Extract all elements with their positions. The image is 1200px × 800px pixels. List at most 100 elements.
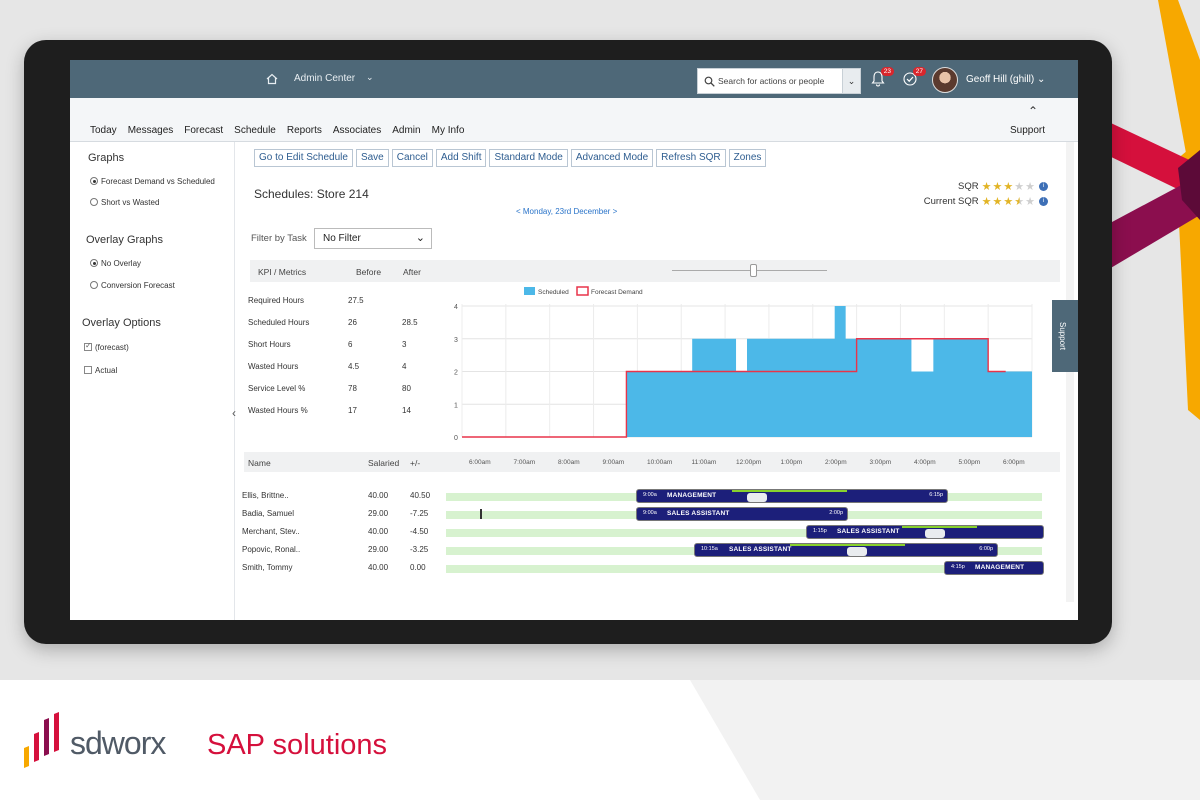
shift-end: 2:00p: [829, 510, 843, 516]
overlay-check-actual[interactable]: Actual: [84, 366, 117, 375]
shift-break[interactable]: [847, 547, 867, 556]
user-menu[interactable]: Geoff Hill (ghill) ⌄: [966, 74, 1045, 85]
time-axis-label: 6:00am: [469, 459, 491, 466]
employee-salaried: 40.00: [368, 491, 389, 500]
page: Admin Center ⌄ Search for actions or peo…: [0, 0, 1200, 800]
shift-activity-bar: [790, 544, 905, 546]
menu-item-forecast[interactable]: Forecast: [184, 125, 223, 136]
employee-salaried: 29.00: [368, 509, 389, 518]
employee-name: Badia, Samuel: [242, 509, 295, 518]
collapse-panel-chevron-left-icon[interactable]: ‹: [232, 406, 236, 420]
refresh-sqr-button[interactable]: Refresh SQR: [656, 149, 726, 167]
menu-item-associates[interactable]: Associates: [333, 125, 381, 136]
shift-marker[interactable]: [480, 509, 482, 519]
current-sqr-star: ★: [992, 196, 1004, 208]
bottom-shape: [690, 680, 1200, 800]
employee-row[interactable]: Popovic, Ronal.. 29.00 -3.25 10:15a SALES AS…: [240, 542, 1060, 560]
collapse-caret-icon[interactable]: ⌃: [1028, 104, 1038, 118]
legend-label-scheduled: Scheduled: [538, 289, 569, 296]
shift-bar[interactable]: 4:15p MANAGEMENT: [944, 561, 1044, 575]
search-input[interactable]: Search for actions or people: [697, 68, 861, 94]
employee-row[interactable]: Smith, Tommy 40.00 0.00 4:15p MANAGEMENT: [240, 560, 1060, 578]
kpi-header-before: Before: [356, 267, 382, 277]
search-dropdown-button[interactable]: ⌄: [842, 68, 861, 94]
shift-start: 9:00a: [643, 510, 657, 516]
time-axis-label: 7:00am: [513, 459, 536, 466]
home-icon[interactable]: [266, 73, 278, 85]
menu-item-my-info[interactable]: My Info: [432, 125, 465, 136]
current-sqr-rating: Current SQR ★★★★★ i: [924, 195, 1048, 208]
sqr-star: ★: [1003, 181, 1015, 193]
menu-item-reports[interactable]: Reports: [287, 125, 322, 136]
employee-row[interactable]: Badia, Samuel 29.00 -7.25 9:00a SALES ASSIST…: [240, 506, 1060, 524]
kpi-row: Wasted Hours 4.5 4: [248, 362, 418, 374]
schedule-grid-header: Name Salaried +/- 6:00am 7:00am 8:00am 9:00…: [244, 452, 1060, 472]
overlay-option-label: Conversion Forecast: [101, 281, 175, 290]
radio-selected-icon[interactable]: [90, 177, 98, 185]
grid-header-name: Name: [248, 458, 271, 468]
vertical-scrollbar[interactable]: [1066, 142, 1074, 602]
radio-selected-icon[interactable]: [90, 259, 98, 267]
menu-item-messages[interactable]: Messages: [128, 125, 174, 136]
checkbox-icon[interactable]: [84, 366, 92, 374]
go-to-edit-schedule-button[interactable]: Go to Edit Schedule: [254, 149, 353, 167]
radio-icon[interactable]: [90, 281, 98, 289]
date-navigator[interactable]: < Monday, 23rd December >: [516, 207, 617, 216]
overlay-option-conversion[interactable]: Conversion Forecast: [90, 281, 175, 290]
shift-break[interactable]: [925, 529, 945, 538]
graph-option-forecast-vs-scheduled[interactable]: Forecast Demand vs Scheduled: [90, 177, 215, 186]
overlay-option-none[interactable]: No Overlay: [90, 259, 141, 268]
graphs-heading: Graphs: [88, 152, 125, 164]
cancel-button[interactable]: Cancel: [391, 149, 433, 167]
save-button[interactable]: Save: [355, 149, 389, 167]
kpi-after: 28.5: [402, 318, 418, 327]
legend-swatch-forecast: [576, 286, 589, 296]
shift-bar[interactable]: 9:00a SALES ASSISTANT 2:00p: [636, 507, 848, 521]
advanced-mode-button[interactable]: Advanced Mode: [570, 149, 654, 167]
menu-item-schedule[interactable]: Schedule: [234, 125, 276, 136]
graph-option-short-vs-wasted[interactable]: Short vs Wasted: [90, 198, 159, 207]
search-placeholder: Search for actions or people: [718, 76, 825, 86]
chevron-down-icon: ⌄: [415, 232, 425, 244]
legend-swatch-scheduled: [524, 287, 535, 295]
overlay-check-forecast[interactable]: (forecast): [84, 341, 129, 352]
employee-row[interactable]: Merchant, Stev.. 40.00 -4.50 1:15p SALES ASS…: [240, 524, 1060, 542]
y-tick-label: 0: [454, 435, 458, 442]
chevron-down-icon[interactable]: ⌄: [366, 72, 374, 83]
shift-bar[interactable]: 10:15a SALES ASSISTANT 6:00p: [694, 543, 998, 557]
approvals-button[interactable]: 27: [902, 67, 926, 90]
scheduled-gap: [911, 338, 934, 372]
shift-role: SALES ASSISTANT: [667, 510, 730, 517]
radio-icon[interactable]: [90, 198, 98, 206]
kpi-metric: Short Hours: [248, 340, 291, 349]
checkbox-checked-icon[interactable]: [84, 341, 92, 351]
sqr-star: ★: [992, 181, 1004, 193]
info-icon[interactable]: i: [1039, 182, 1048, 191]
menu-item-today[interactable]: Today: [90, 125, 117, 136]
menu-items: Today Messages Forecast Schedule Reports Asso…: [90, 125, 475, 136]
support-link[interactable]: Support: [1010, 125, 1045, 136]
filter-by-task-select[interactable]: No Filter ⌄: [314, 228, 432, 249]
standard-mode-button[interactable]: Standard Mode: [489, 149, 568, 167]
time-axis-label: 3:00pm: [869, 459, 892, 466]
support-side-tab[interactable]: Support: [1052, 300, 1078, 372]
shift-bar[interactable]: 9:00a MANAGEMENT 6:15p: [636, 489, 948, 503]
sqr-label: SQR: [958, 181, 979, 192]
y-tick-label: 4: [454, 304, 458, 311]
info-icon[interactable]: i: [1039, 197, 1048, 206]
overlay-option-label: No Overlay: [101, 259, 142, 268]
module-name[interactable]: Admin Center: [294, 73, 355, 84]
avatar[interactable]: [932, 67, 958, 93]
employee-salaried: 40.00: [368, 563, 389, 572]
shift-bar[interactable]: 1:15p SALES ASSISTANT: [806, 525, 1044, 539]
kpi-metric: Wasted Hours %: [248, 406, 308, 415]
notifications-button[interactable]: 23: [870, 67, 894, 90]
top-bar: Admin Center ⌄ Search for actions or peo…: [70, 60, 1078, 98]
zoom-slider-handle[interactable]: [750, 264, 757, 277]
schedule-title: Schedules: Store 214: [254, 187, 369, 201]
zones-button[interactable]: Zones: [728, 149, 767, 167]
add-shift-button[interactable]: Add Shift: [435, 149, 487, 167]
shift-break[interactable]: [747, 493, 767, 502]
employee-row[interactable]: Ellis, Brittne.. 40.00 40.50 9:00a MANAGEMEN…: [240, 488, 1060, 506]
menu-item-admin[interactable]: Admin: [392, 125, 420, 136]
